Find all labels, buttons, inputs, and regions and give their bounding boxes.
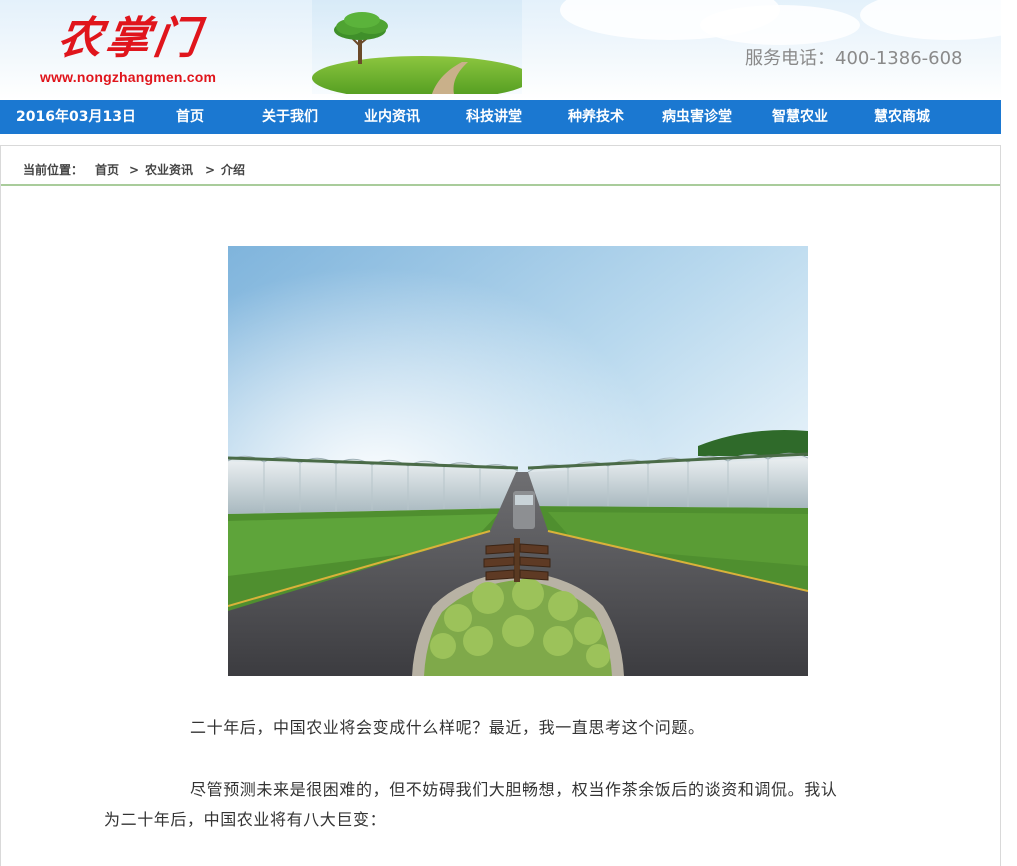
breadcrumb-current: 介绍 — [221, 163, 246, 177]
nav-item-pest-clinic[interactable]: 病虫害诊堂 — [662, 100, 732, 134]
article-paragraph: 尽管预测未来是很困难的，但不妨碍我们大胆畅想，权当作茶余饭后的谈资和调侃。我认 — [190, 780, 838, 799]
breadcrumb-separator: > — [205, 163, 216, 177]
logo-wordmark: 农掌门 — [54, 13, 206, 64]
service-hotline: 服务电话：400-1386-608 — [745, 48, 963, 69]
nav-item-about[interactable]: 关于我们 — [262, 100, 318, 134]
cloud-decoration — [860, 0, 1001, 40]
current-date: 2016年03月13日 — [16, 109, 136, 125]
breadcrumb-home[interactable]: 首页 — [95, 146, 119, 194]
main-nav: 2016年03月13日 首页 关于我们 业内资讯 科技讲堂 种养技术 病虫害诊堂… — [0, 100, 1001, 134]
breadcrumb-label: 当前位置： — [23, 163, 84, 177]
nav-item-industry-news[interactable]: 业内资讯 — [364, 100, 420, 134]
breadcrumb: 当前位置： 首页 > 农业资讯 > 介绍 — [1, 146, 1000, 186]
nav-item-tech-lectures[interactable]: 科技讲堂 — [466, 100, 522, 134]
breadcrumb-category[interactable]: 农业资讯 — [145, 146, 193, 194]
article-photo-greenhouses — [228, 246, 808, 676]
tree-landscape-illustration — [312, 0, 522, 94]
article-paragraph: 二十年后，中国农业将会变成什么样呢？最近，我一直思考这个问题。 — [190, 718, 705, 737]
site-logo[interactable]: 农掌门 www.nongzhangmen.com — [40, 8, 230, 88]
breadcrumb-separator: > — [129, 163, 140, 177]
nav-item-smart-agriculture[interactable]: 智慧农业 — [772, 100, 828, 134]
logo-url: www.nongzhangmen.com — [40, 69, 217, 85]
article-paragraph-continuation: 为二十年后，中国农业将有八大巨变： — [104, 810, 387, 829]
cloud-decoration — [700, 5, 860, 45]
nav-item-farming-techniques[interactable]: 种养技术 — [568, 100, 624, 134]
site-header: 农掌门 www.nongzhangmen.com 服务电话：400-1386-6… — [0, 0, 1001, 100]
nav-item-mall[interactable]: 慧农商城 — [874, 100, 930, 134]
nav-item-home[interactable]: 首页 — [176, 100, 204, 134]
article-panel: 当前位置： 首页 > 农业资讯 > 介绍 二十年后，中国农业将会变成什么样呢？最… — [0, 145, 1001, 866]
